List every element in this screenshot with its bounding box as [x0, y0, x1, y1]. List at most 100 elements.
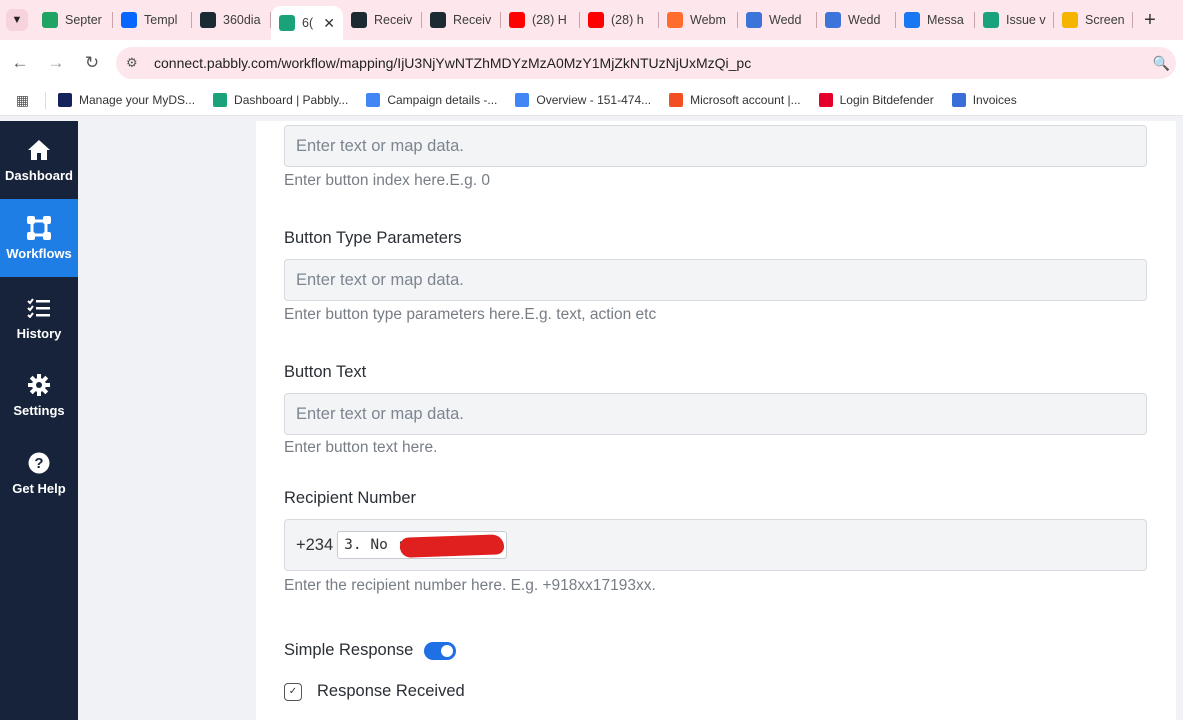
meta-icon [121, 12, 137, 28]
bookmark-favicon-icon [818, 93, 833, 107]
browser-tab[interactable]: Receiv [422, 0, 501, 40]
tab-title: (28) H [532, 13, 567, 27]
gear-icon [27, 373, 51, 397]
recipient-number-input[interactable]: +234 3. No : 7 [284, 519, 1147, 571]
zoom-icon[interactable]: 🔍 [1153, 55, 1170, 72]
response-received-row[interactable]: ✓ Response Received [284, 682, 465, 701]
bookmark-label: Manage your MyDS... [79, 93, 196, 107]
sidebar-item-dashboard[interactable]: Dashboard [0, 121, 78, 199]
mapped-data-pill[interactable]: 3. No : 7 [337, 531, 508, 559]
sidebar-item-workflows[interactable]: Workflows [0, 199, 78, 277]
sidebar-item-label: Dashboard [5, 167, 73, 183]
reload-button[interactable]: ↻ [74, 53, 110, 73]
bookmark-label: Campaign details -... [387, 93, 498, 107]
toggle-knob [441, 644, 454, 657]
tab-title: Wedd [848, 13, 881, 27]
tab-title: 6( [302, 16, 314, 30]
facebook-icon [904, 12, 920, 28]
pabbly-p-icon [825, 12, 841, 28]
sidebar-item-label: History [16, 325, 62, 341]
bookmark-item[interactable]: Manage your MyDS... [58, 93, 195, 107]
browser-tab[interactable]: 6( ✕ [271, 6, 343, 40]
redaction-mark [399, 534, 505, 558]
browser-tab-strip: ▼ Septer Templ 360dia 6( ✕ Receiv Receiv (28) H… [0, 0, 1183, 40]
url-text: connect.pabbly.com/workflow/mapping/IjU3… [154, 55, 752, 71]
browser-tab[interactable]: Templ [113, 0, 192, 40]
bookmark-item[interactable]: Login Bitdefender [818, 93, 934, 107]
chevron-down-icon[interactable]: ✓ [284, 682, 302, 701]
bookmark-favicon-icon [366, 93, 381, 107]
bookmark-item[interactable]: Campaign details -... [366, 93, 497, 107]
tab-title: Septer [65, 13, 102, 27]
tab-title: (28) h [611, 13, 644, 27]
simple-response-toggle[interactable] [424, 641, 457, 660]
back-button[interactable]: ← [2, 53, 38, 73]
sidebar-item-settings[interactable]: Settings [0, 356, 78, 434]
pabbly-p-icon [746, 12, 762, 28]
sidebar-item-history[interactable]: History [0, 279, 78, 357]
browser-tab[interactable]: (28) H [501, 0, 580, 40]
bookmark-item[interactable]: Invoices [951, 93, 1017, 107]
sidebar-item-get-help[interactable]: ? Get Help [0, 434, 78, 512]
bookmark-label: Login Bitdefender [839, 93, 934, 107]
360dialog-icon [351, 12, 367, 28]
recipient-number-label: Recipient Number [284, 489, 417, 507]
button-index-input[interactable]: Enter text or map data. [284, 125, 1147, 167]
browser-tab[interactable]: Wedd [738, 0, 817, 40]
bookmark-label: Invoices [972, 93, 1017, 107]
action-mapping-panel: Enter text or map data. Enter button ind… [256, 121, 1176, 720]
apps-grid-icon[interactable]: ▦ [0, 91, 46, 109]
browser-tab[interactable]: Receiv [343, 0, 422, 40]
browser-tab[interactable]: Webm [659, 0, 738, 40]
tab-title: Messa [927, 13, 964, 27]
recipient-prefix: +234 [296, 535, 334, 554]
bookmark-item[interactable]: Dashboard | Pabbly... [213, 93, 348, 107]
tab-search-button[interactable]: ▼ [0, 0, 34, 40]
simple-response-label: Simple Response [284, 641, 414, 659]
button-type-parameters-input[interactable]: Enter text or map data. [284, 259, 1147, 301]
360dialog-icon [200, 12, 216, 28]
youtube-icon [509, 12, 525, 28]
sidebar-item-label: Settings [13, 402, 65, 418]
pabbly-icon [983, 12, 999, 28]
tab-title: Templ [144, 13, 178, 27]
site-settings-icon[interactable]: ⚙ [126, 55, 148, 71]
tab-title: Receiv [453, 13, 492, 27]
button-text-label: Button Text [284, 363, 367, 381]
workflow-icon [27, 215, 51, 240]
browser-tab[interactable]: (28) h [580, 0, 659, 40]
browser-toolbar: ← → ↻ ⚙ connect.pabbly.com/workflow/mapp… [0, 40, 1183, 85]
browser-tab[interactable]: Septer [34, 0, 113, 40]
svg-text:?: ? [34, 455, 43, 472]
google-drive-icon [1062, 12, 1078, 28]
bookmark-favicon-icon [515, 93, 530, 107]
button-text-input[interactable]: Enter text or map data. [284, 393, 1147, 435]
response-received-label: Response Received [317, 682, 465, 700]
new-tab-button[interactable]: + [1133, 0, 1167, 40]
close-tab-icon[interactable]: ✕ [323, 15, 335, 32]
tab-title: Receiv [374, 13, 413, 27]
help-icon: ? [27, 451, 51, 475]
bookmark-item[interactable]: Overview - 151-474... [515, 93, 651, 107]
browser-tab[interactable]: Messa [896, 0, 975, 40]
forward-button[interactable]: → [38, 53, 74, 73]
browser-tab[interactable]: 360dia [192, 0, 271, 40]
tab-title: Screen [1085, 13, 1125, 27]
bookmark-favicon-icon [213, 93, 228, 107]
360dialog-icon [430, 12, 446, 28]
button-type-parameters-help: Enter button type parameters here.E.g. t… [284, 306, 657, 323]
address-bar[interactable]: ⚙ connect.pabbly.com/workflow/mapping/Ij… [116, 47, 1176, 79]
browser-tab[interactable]: Wedd [817, 0, 896, 40]
list-check-icon [27, 296, 51, 320]
button-type-parameters-label: Button Type Parameters [284, 229, 462, 247]
bookmark-item[interactable]: Microsoft account |... [669, 93, 801, 107]
bookmark-favicon-icon [669, 93, 684, 107]
pabbly-icon [279, 15, 295, 31]
browser-tab[interactable]: Screen [1054, 0, 1133, 40]
bookmarks-bar: ▦ Manage your MyDS... Dashboard | Pabbly.… [0, 85, 1183, 116]
google-sheets-icon [42, 12, 58, 28]
home-icon [27, 138, 51, 162]
browser-tab[interactable]: Issue v [975, 0, 1054, 40]
tab-title: Wedd [769, 13, 802, 27]
bookmark-label: Overview - 151-474... [536, 93, 652, 107]
